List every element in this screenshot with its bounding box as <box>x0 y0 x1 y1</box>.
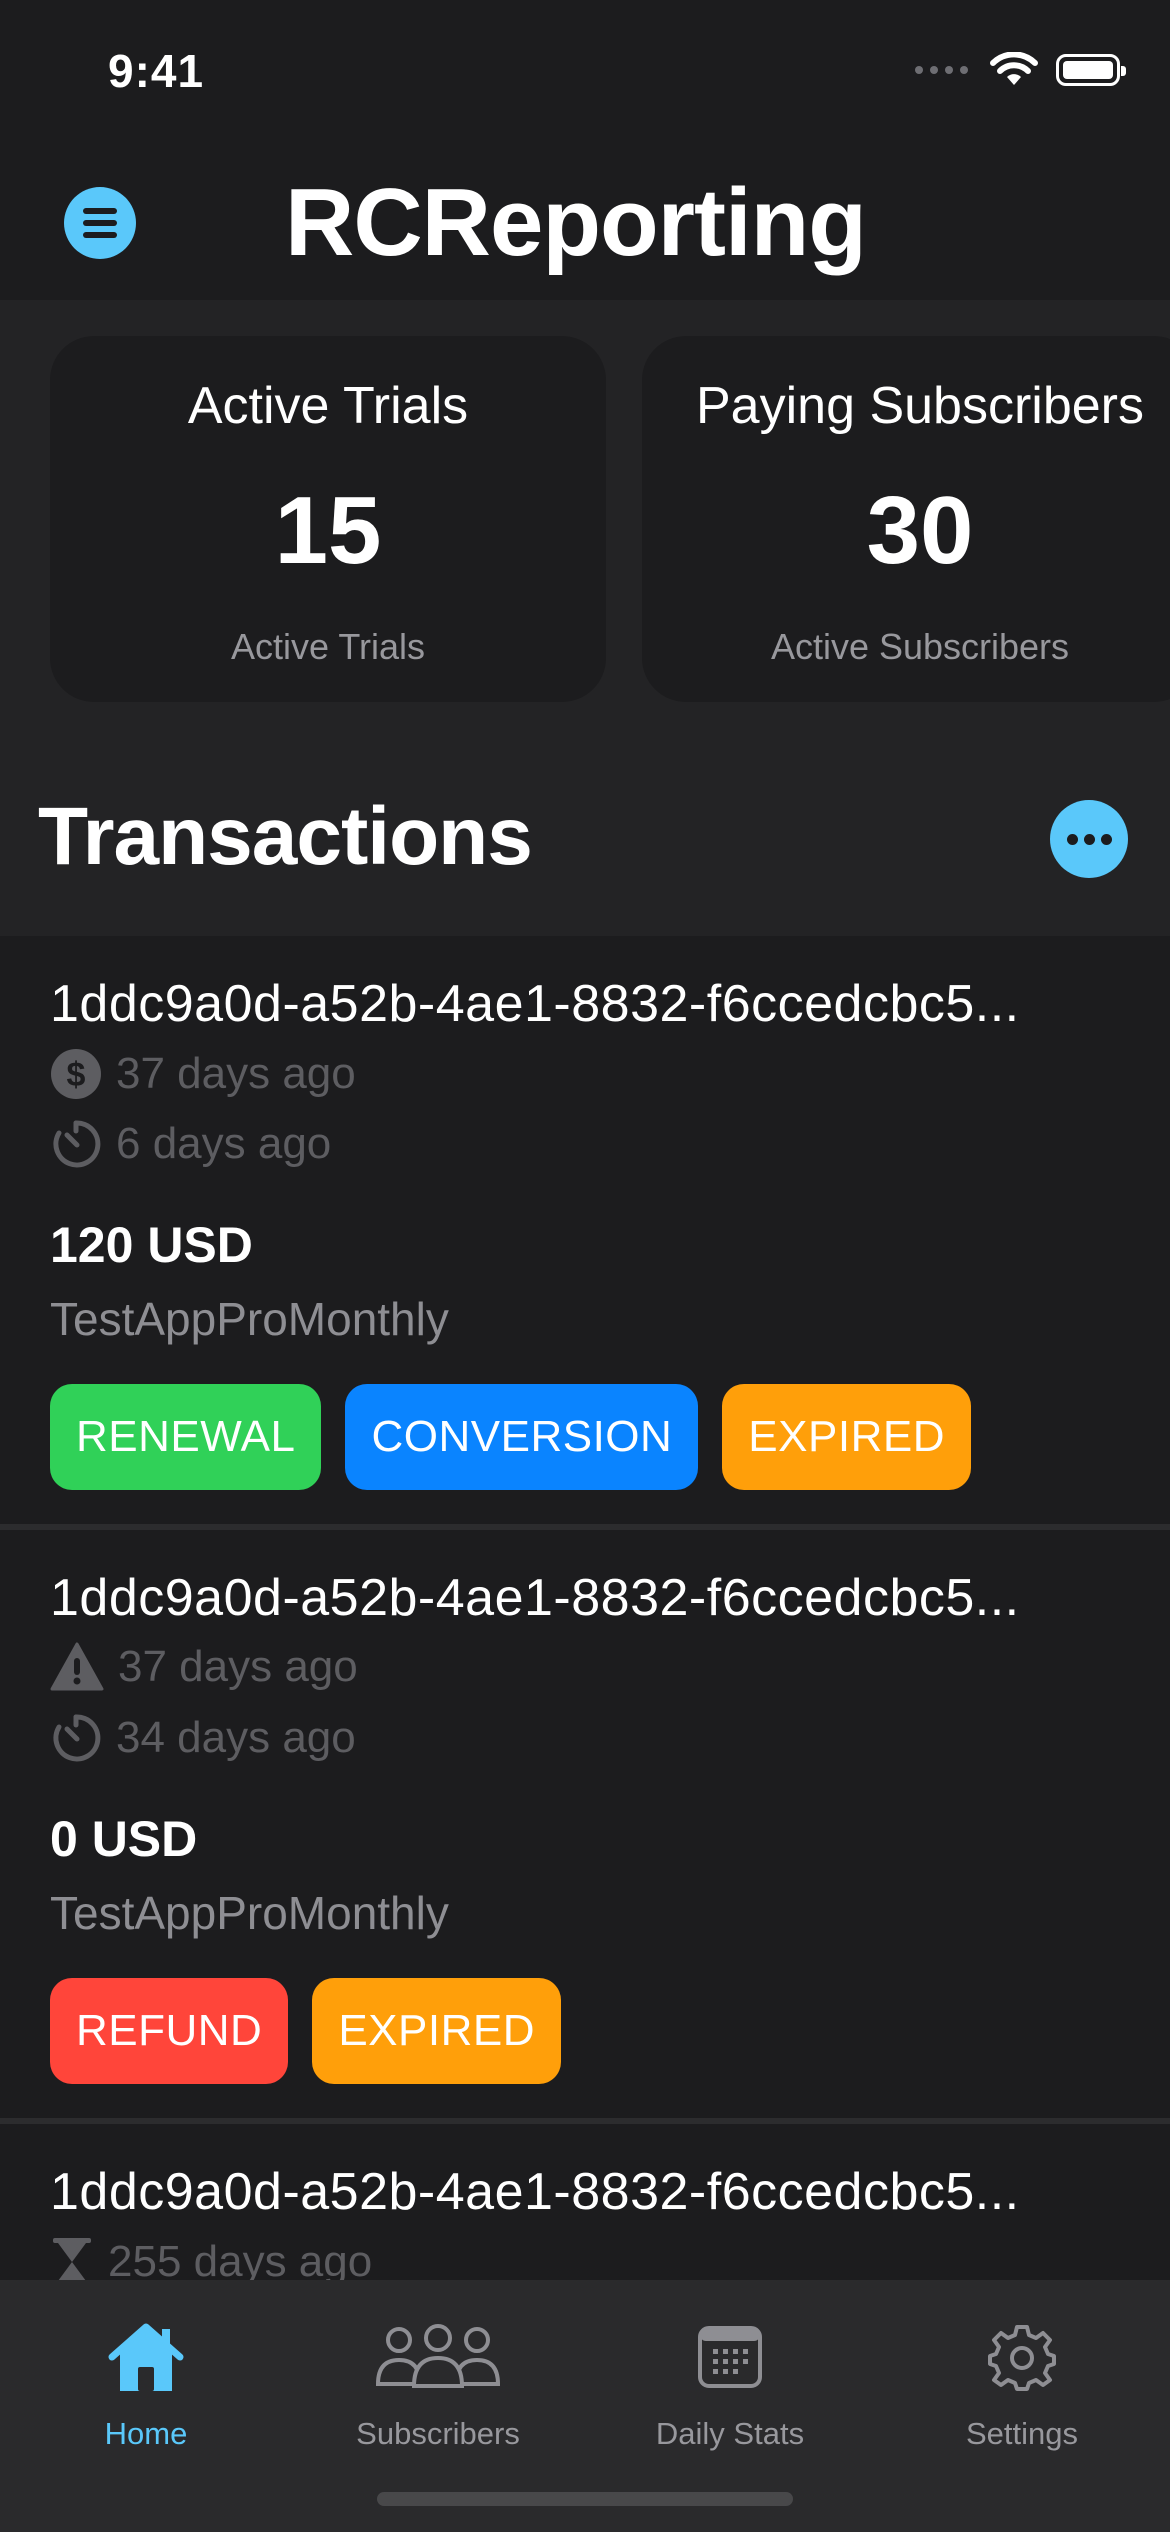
transaction-date: $ 37 days ago <box>50 1048 356 1100</box>
transaction-tags: RENEWAL CONVERSION EXPIRED <box>50 1384 971 1490</box>
expired-tag: EXPIRED <box>722 1384 971 1490</box>
transaction-expiry: 34 days ago <box>50 1712 356 1764</box>
svg-text:$: $ <box>67 1056 86 1094</box>
transaction-row[interactable]: 1ddc9a0d-a52b-4ae1-8832-f6ccedcbc5... 25… <box>0 2124 1170 2284</box>
tab-home[interactable]: Home <box>0 2302 292 2452</box>
transaction-row[interactable]: 1ddc9a0d-a52b-4ae1-8832-f6ccedcbc5... $ … <box>0 936 1170 1524</box>
timer-icon <box>53 1120 101 1168</box>
conversion-tag: CONVERSION <box>345 1384 699 1490</box>
house-icon <box>108 2323 184 2391</box>
transaction-amount: 0 USD <box>50 1811 198 1867</box>
tab-label: Subscribers <box>356 2416 520 2451</box>
transaction-id: 1ddc9a0d-a52b-4ae1-8832-f6ccedcbc5... <box>50 2163 1020 2221</box>
meta-text: 34 days ago <box>116 1713 356 1762</box>
dollar-circle-icon: $ <box>51 1049 101 1099</box>
tab-daily-stats[interactable]: Daily Stats <box>584 2302 876 2452</box>
tab-settings[interactable]: Settings <box>876 2302 1168 2452</box>
transaction-row[interactable]: 1ddc9a0d-a52b-4ae1-8832-f6ccedcbc5... 37… <box>0 1530 1170 2118</box>
battery-icon <box>1056 54 1126 86</box>
paying-subscribers-card[interactable]: Paying Subscribers 30 Active Subscribers <box>642 336 1170 702</box>
active-trials-card[interactable]: Active Trials 15 Active Trials <box>50 336 606 702</box>
card-value: 15 <box>274 477 382 584</box>
timer-icon <box>53 1714 101 1762</box>
card-subtitle: Active Trials <box>230 626 426 667</box>
tab-label: Home <box>104 2416 188 2451</box>
signal-icon <box>915 66 968 74</box>
renewal-tag: RENEWAL <box>50 1384 322 1490</box>
transaction-date: 255 days ago <box>50 2236 372 2284</box>
expired-tag: EXPIRED <box>312 1978 561 2084</box>
status-bar: 9:41 <box>0 0 1170 140</box>
home-indicator <box>377 2492 793 2506</box>
transaction-id: 1ddc9a0d-a52b-4ae1-8832-f6ccedcbc5... <box>50 975 1020 1033</box>
more-options-button[interactable] <box>1050 800 1128 878</box>
summary-cards[interactable]: Active Trials 15 Active Trials Paying Su… <box>0 300 1170 730</box>
wifi-icon <box>990 52 1038 85</box>
tab-label: Settings <box>965 2416 1078 2451</box>
transaction-tags: REFUND EXPIRED <box>50 1978 561 2084</box>
transaction-product: TestAppProMonthly <box>50 1887 449 1939</box>
refund-tag: REFUND <box>50 1978 289 2084</box>
transaction-date: 37 days ago <box>50 1642 358 1692</box>
card-subtitle: Active Subscribers <box>770 626 1070 667</box>
transactions-header: Transactions <box>0 730 1170 936</box>
card-title: Paying Subscribers <box>696 377 1144 435</box>
transaction-amount: 120 USD <box>50 1217 253 1273</box>
tab-bar: Home Subscribers Daily Stats Settings <box>0 2280 1170 2532</box>
tab-subscribers[interactable]: Subscribers <box>292 2302 584 2452</box>
status-icons <box>915 52 1126 88</box>
meta-text: 6 days ago <box>116 1119 332 1168</box>
meta-text: 37 days ago <box>116 1049 356 1098</box>
transaction-product: TestAppProMonthly <box>50 1293 449 1345</box>
warning-icon <box>50 1642 104 1691</box>
tab-label: Daily Stats <box>655 2416 805 2451</box>
status-time: 9:41 <box>108 45 205 97</box>
app-title: RCReporting <box>285 169 867 276</box>
hourglass-icon <box>53 2238 91 2284</box>
meta-text: 37 days ago <box>118 1642 358 1691</box>
calendar-icon <box>698 2326 762 2388</box>
menu-button[interactable] <box>64 187 136 259</box>
meta-text: 255 days ago <box>108 2237 373 2284</box>
people-icon <box>375 2324 501 2388</box>
gear-icon <box>988 2325 1056 2391</box>
transactions-title: Transactions <box>38 791 533 882</box>
navigation-bar: RCReporting <box>0 140 1170 300</box>
transaction-id: 1ddc9a0d-a52b-4ae1-8832-f6ccedcbc5... <box>50 1569 1020 1627</box>
card-value: 30 <box>866 477 974 584</box>
card-title: Active Trials <box>187 377 469 435</box>
transaction-expiry: 6 days ago <box>50 1118 331 1170</box>
